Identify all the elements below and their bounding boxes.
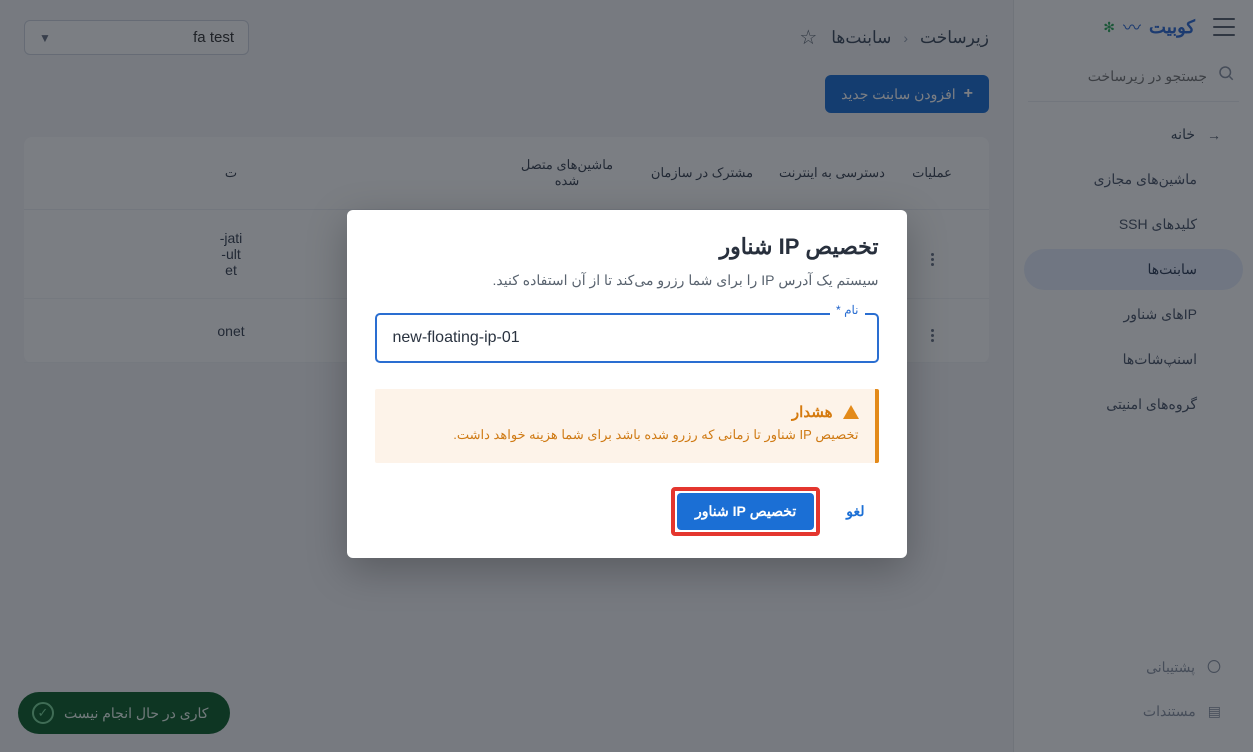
warning-text: تخصیص IP شناور تا زمانی که رزرو شده باشد… — [391, 427, 859, 443]
warning-header: هشدار — [391, 403, 859, 421]
warning-box: هشدار تخصیص IP شناور تا زمانی که رزرو شد… — [375, 389, 879, 463]
modal-title: تخصیص IP شناور — [375, 234, 879, 260]
required-mark: * — [836, 303, 841, 317]
cancel-button[interactable]: لغو — [832, 493, 878, 530]
allocate-button[interactable]: تخصیص IP شناور — [677, 493, 814, 530]
warning-icon — [843, 405, 859, 419]
confirm-highlight: تخصیص IP شناور — [671, 487, 820, 536]
modal-actions: لغو تخصیص IP شناور — [375, 487, 879, 536]
warning-title: هشدار — [792, 403, 833, 421]
name-field-wrap: نام * — [375, 313, 879, 363]
name-label: نام * — [830, 303, 864, 317]
modal-desc: سیستم یک آدرس IP را برای شما رزرو می‌کند… — [375, 272, 879, 289]
name-input[interactable] — [375, 313, 879, 363]
allocate-fip-modal: تخصیص IP شناور سیستم یک آدرس IP را برای … — [347, 210, 907, 558]
